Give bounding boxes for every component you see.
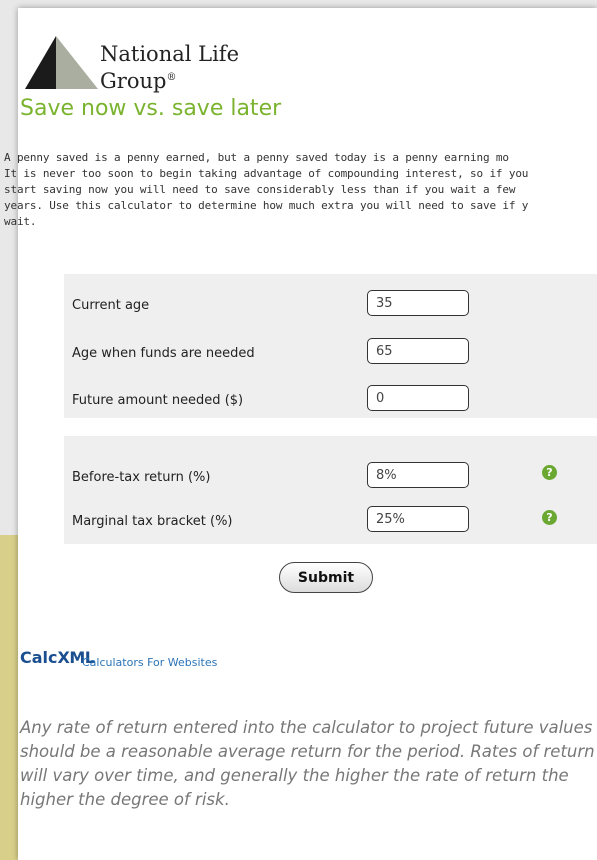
calculator-panel: National Life Group® Save now vs. save l… — [4, 8, 597, 860]
left-accent-strip — [0, 535, 18, 860]
inputs-block-2: Before-tax return (%) ? Marginal tax bra… — [64, 436, 597, 544]
brand-name: National Life Group® — [100, 42, 239, 93]
age-needed-input[interactable] — [367, 338, 469, 364]
current-age-label: Current age — [72, 298, 150, 313]
future-amount-label: Future amount needed ($) — [72, 393, 244, 408]
before-tax-input[interactable] — [367, 462, 469, 488]
before-tax-help-icon[interactable]: ? — [542, 465, 557, 480]
before-tax-label: Before-tax return (%) — [72, 470, 211, 485]
calcxml-link[interactable]: Calculators For Websites — [82, 656, 217, 669]
tax-bracket-label: Marginal tax bracket (%) — [72, 514, 233, 529]
tax-bracket-help-icon[interactable]: ? — [542, 510, 557, 525]
submit-button[interactable]: Submit — [279, 562, 373, 593]
inputs-block-1: Current age Age when funds are needed Fu… — [64, 274, 597, 418]
page-title: Save now vs. save later — [20, 96, 282, 121]
tax-bracket-input[interactable] — [367, 506, 469, 532]
age-needed-label: Age when funds are needed — [72, 346, 255, 361]
future-amount-input[interactable] — [367, 385, 469, 411]
national-life-logo: National Life Group® — [20, 26, 280, 96]
disclaimer-text: Any rate of return entered into the calc… — [20, 718, 595, 809]
triangle-logo-icon — [25, 36, 98, 89]
current-age-input[interactable] — [367, 290, 469, 316]
intro-text: A penny saved is a penny earned, but a p… — [4, 151, 529, 228]
